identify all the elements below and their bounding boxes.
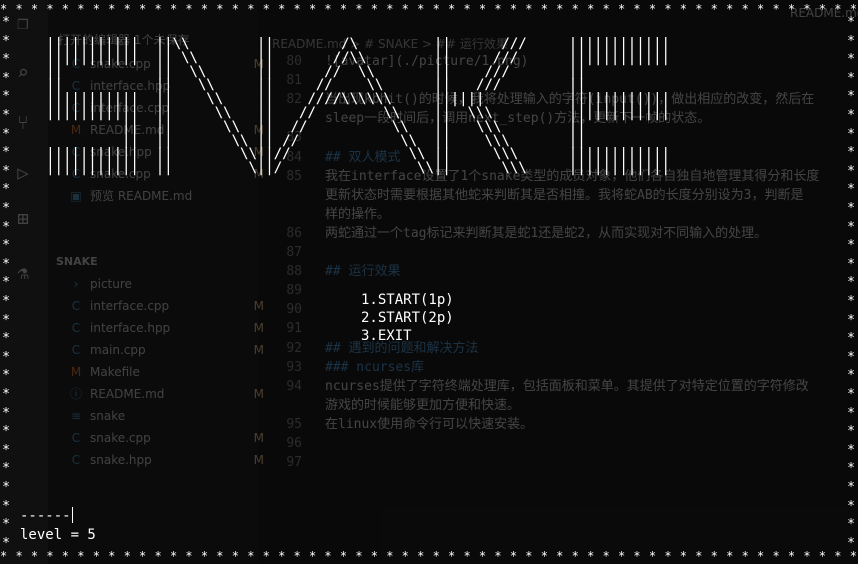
border-star: * [847, 368, 855, 384]
border-star: * [2, 256, 10, 272]
border-star: * [847, 182, 855, 198]
right-border: * * * * * * * * * * * * * * * * * * * * * * * * * * * * * [845, 0, 857, 564]
border-star: * [2, 145, 10, 161]
border-star: * [2, 108, 10, 123]
border-star: * [2, 424, 10, 440]
border-star: * [847, 145, 855, 161]
border-star: * [847, 275, 855, 291]
left-border: * * * * * * * * * * * * * * * * * * * * * * * * * * * * * [0, 0, 12, 564]
border-star: * [847, 331, 855, 347]
border-star: * [2, 201, 10, 216]
border-star: * [847, 461, 855, 477]
border-star: * [2, 405, 10, 421]
menu-start-1p[interactable]: 1.START(1p) [361, 291, 561, 309]
border-star: * [2, 89, 10, 105]
border-star: * [2, 535, 10, 551]
border-star: * [847, 33, 855, 49]
border-star: * [847, 480, 855, 495]
border-star: * [2, 331, 10, 347]
border-star: * [847, 349, 855, 365]
border-star: * [847, 405, 855, 421]
border-star: * [847, 312, 855, 328]
border-star: * [847, 424, 855, 440]
menu-start-2p[interactable]: 2.START(2p) [361, 309, 561, 327]
border-star: * [2, 126, 10, 142]
input-text: ------ [20, 508, 71, 524]
border-star: * [2, 70, 10, 86]
border-star: * [2, 219, 10, 235]
top-border: * * * * * * * * * * * * * * * * * * * * … [0, 2, 858, 16]
border-star: * [847, 15, 855, 30]
border-star: * [847, 238, 855, 254]
menu-exit[interactable]: 3.EXIT [361, 327, 561, 345]
border-star: * [2, 312, 10, 328]
border-star: * [847, 126, 855, 142]
text-cursor [71, 507, 73, 523]
border-star: * [2, 349, 10, 365]
bottom-border: * * * * * * * * * * * * * * * * * * * * … [0, 549, 858, 563]
input-prompt[interactable]: ------ [20, 507, 73, 525]
border-star: * [2, 461, 10, 477]
border-star: * [847, 294, 855, 309]
border-star: * [847, 163, 855, 179]
border-star: * [2, 15, 10, 30]
terminal-screen: * * * * * * * * * * * * * * * * * * * * … [0, 0, 858, 564]
border-star: * [847, 256, 855, 272]
border-star: * [2, 52, 10, 68]
border-star: * [847, 201, 855, 216]
snake-ascii-logo: ||||||||||| ||\\ || /\ || /// ||||||||||… [46, 36, 670, 177]
border-star: * [2, 294, 10, 309]
border-star: * [2, 182, 10, 198]
border-star: * [2, 498, 10, 514]
border-star: * [2, 480, 10, 495]
border-star: * [847, 70, 855, 86]
border-star: * [847, 219, 855, 235]
border-star: * [847, 108, 855, 123]
border-star: * [847, 442, 855, 458]
border-star: * [847, 89, 855, 105]
border-star: * [2, 517, 10, 533]
border-star: * [2, 275, 10, 291]
border-star: * [2, 33, 10, 49]
main-menu: 1.START(1p) 2.START(2p) 3.EXIT [361, 291, 561, 345]
screen: ❐ ⌕ ⑂ ▷ ⊞ ⚗ 打开的编辑器 1个未保存 Csnake.cpp M Cint… [0, 0, 858, 564]
border-star: * [847, 52, 855, 68]
border-star: * [847, 498, 855, 514]
border-star: * [2, 163, 10, 179]
border-star: * [847, 387, 855, 402]
border-star: * [2, 387, 10, 402]
border-star: * [847, 517, 855, 533]
border-star: * [2, 238, 10, 254]
border-star: * [2, 442, 10, 458]
border-star: * [2, 368, 10, 384]
level-indicator: level = 5 [20, 527, 96, 543]
border-star: * [847, 535, 855, 551]
